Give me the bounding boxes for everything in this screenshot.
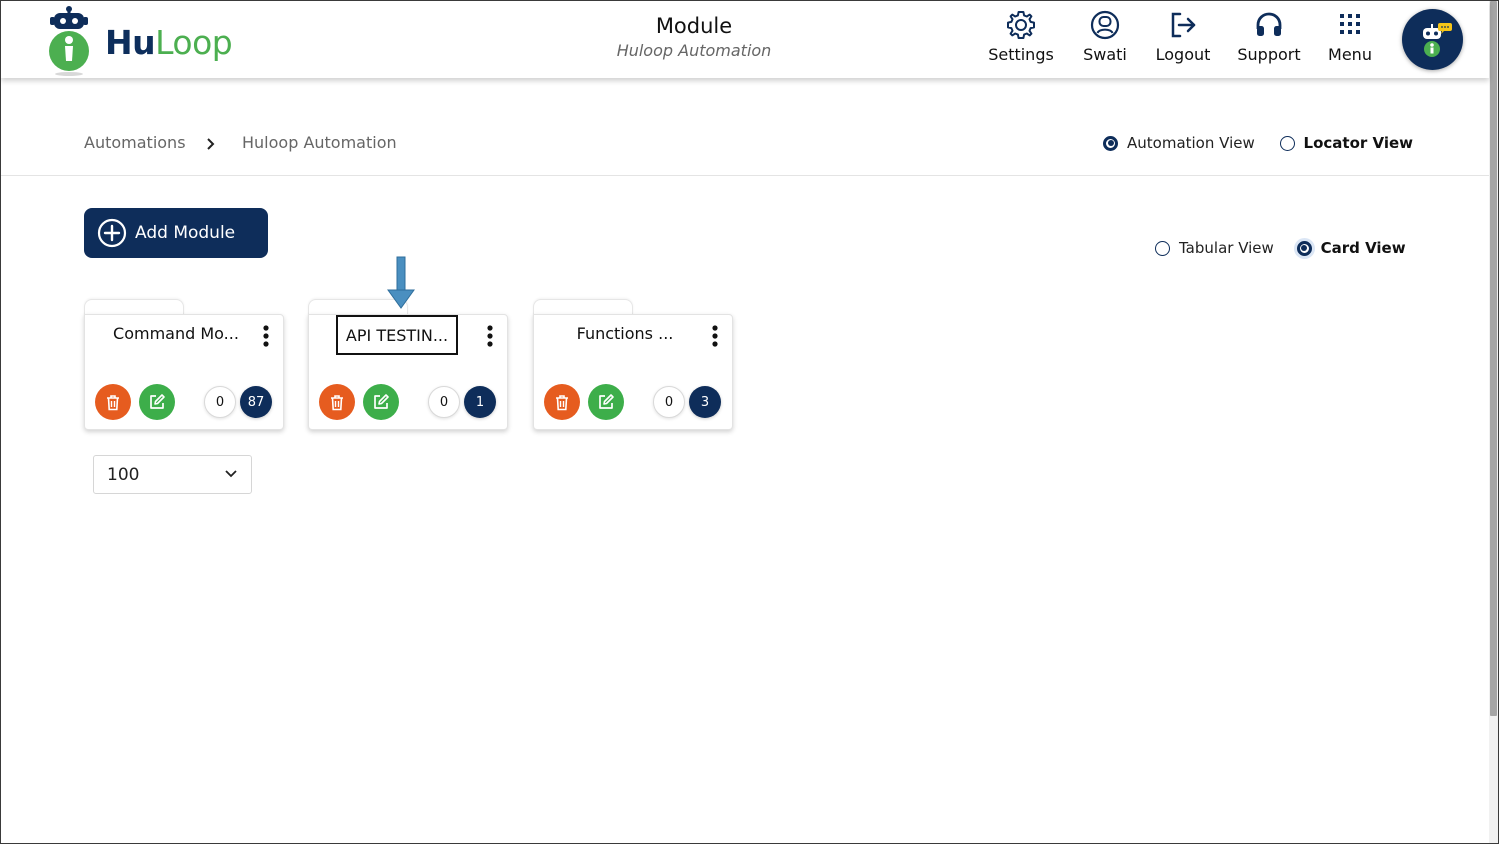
edit-icon (150, 394, 165, 409)
automation-view-radio[interactable]: Automation View (1103, 134, 1255, 152)
locator-view-radio[interactable]: Locator View (1279, 134, 1413, 152)
display-mode-toggle: Tabular View Card View (1155, 239, 1406, 260)
edit-module-button[interactable] (588, 384, 624, 420)
arrow-down-icon (387, 256, 415, 309)
pending-count-badge: 0 (653, 386, 685, 418)
add-module-label: Add Module (135, 223, 236, 243)
radio-selected-icon (1296, 240, 1312, 256)
plus-circle-icon (97, 218, 127, 248)
edit-icon (599, 394, 614, 409)
nav-settings-label: Settings (988, 45, 1054, 64)
edit-module-button[interactable] (363, 384, 399, 420)
assistant-avatar[interactable] (1402, 9, 1463, 70)
module-card[interactable]: Command Mo... 0 87 (84, 299, 284, 430)
breadcrumb-automations[interactable]: Automations (84, 133, 186, 152)
page-subtitle: Huloop Automation (616, 41, 772, 60)
delete-module-button[interactable] (95, 384, 131, 420)
page-title: Module (655, 14, 733, 38)
total-count-badge: 87 (240, 386, 272, 418)
top-header: HuLoop Module Huloop Automation Settings… (1, 1, 1489, 78)
page-size-value: 100 (107, 464, 140, 485)
radio-unselected-icon (1155, 240, 1170, 256)
card-view-radio[interactable]: Card View (1296, 239, 1406, 257)
page-heading: Module Huloop Automation (561, 14, 827, 60)
nav-support[interactable]: Support (1234, 9, 1304, 64)
robot-assistant-icon (1422, 22, 1452, 57)
headphones-icon (1256, 12, 1282, 36)
chevron-down-icon (225, 470, 237, 478)
pending-count-badge: 0 (428, 386, 460, 418)
view-mode-toggle: Automation View Locator View (1103, 134, 1413, 155)
section-divider (1, 175, 1489, 176)
nav-menu[interactable]: Menu (1323, 9, 1377, 64)
pending-count-badge: 0 (204, 386, 236, 418)
nav-support-label: Support (1237, 45, 1301, 64)
breadcrumb-current: Huloop Automation (242, 133, 397, 152)
gear-icon (1007, 11, 1035, 39)
grid-icon (1340, 14, 1360, 34)
delete-module-button[interactable] (544, 384, 580, 420)
delete-module-button[interactable] (319, 384, 355, 420)
user-icon (1090, 10, 1120, 40)
module-name[interactable]: Command Mo... (101, 324, 251, 343)
logout-icon (1171, 12, 1196, 38)
more-options-icon[interactable] (711, 325, 719, 347)
nav-user-label: Swati (1083, 45, 1127, 64)
module-name-highlighted[interactable]: API TESTIN... (336, 315, 458, 355)
brand-name: HuLoop (105, 23, 233, 62)
total-count-badge: 3 (689, 386, 721, 418)
edit-module-button[interactable] (139, 384, 175, 420)
trash-icon (107, 394, 119, 410)
more-options-icon[interactable] (262, 325, 270, 347)
page-size-select[interactable]: 100 (93, 455, 252, 494)
add-module-button[interactable]: Add Module (84, 208, 268, 258)
trash-icon (331, 394, 343, 410)
edit-icon (374, 394, 389, 409)
scrollbar-thumb[interactable] (1490, 1, 1497, 716)
more-options-icon[interactable] (486, 325, 494, 347)
nav-settings[interactable]: Settings (985, 9, 1057, 64)
nav-user[interactable]: Swati (1077, 9, 1133, 64)
page-scrollbar[interactable] (1489, 1, 1498, 843)
trash-icon (556, 394, 568, 410)
radio-selected-icon (1103, 135, 1118, 151)
nav-logout[interactable]: Logout (1151, 9, 1215, 64)
tabular-view-radio[interactable]: Tabular View (1155, 239, 1274, 257)
radio-unselected-icon (1279, 135, 1295, 151)
chevron-right-icon (206, 133, 216, 155)
nav-menu-label: Menu (1328, 45, 1372, 64)
total-count-badge: 1 (464, 386, 496, 418)
nav-logout-label: Logout (1155, 45, 1211, 64)
module-name[interactable]: Functions ... (550, 324, 700, 343)
module-card[interactable]: Functions ... 0 3 (533, 299, 733, 430)
